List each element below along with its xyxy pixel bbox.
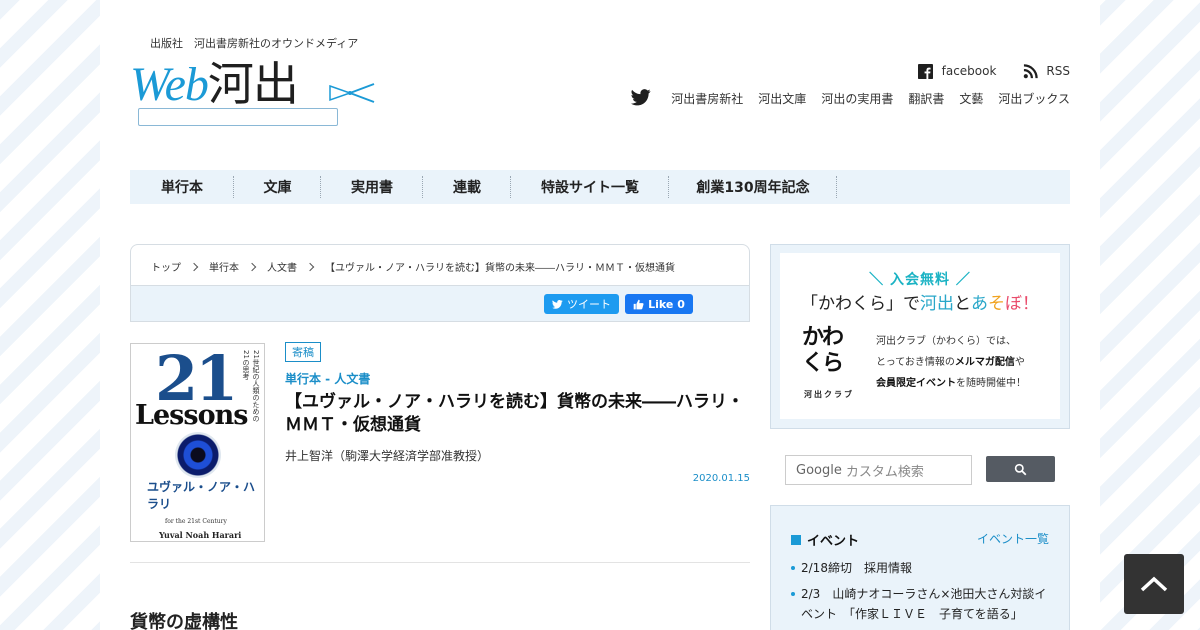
search-input[interactable]: Google カスタム検索 <box>785 455 972 485</box>
events-all-link[interactable]: イベント一覧 <box>977 530 1049 547</box>
nav-item-tankobon[interactable]: 単行本 <box>130 170 234 204</box>
cover-subtitle: for the 21st Century <box>165 518 227 525</box>
toplink-kawade-bunko[interactable]: 河出文庫 <box>758 90 806 107</box>
cover-eye-graphic <box>175 432 221 478</box>
promo-description: 河出クラブ（かわくら）では、 とっておき情報のメルマガ配信や 会員限定イベントを… <box>876 336 1026 389</box>
article-title: 【ユヴァル・ノア・ハラリを読む】貨幣の未来――ハラリ・ＭＭＴ・仮想通貨 <box>285 392 744 435</box>
content-wrapper: 出版社 河出書房新社のオウンドメディア Web河出 facebook RSS 河… <box>130 0 1070 630</box>
search-icon <box>1014 463 1027 475</box>
twitter-icon[interactable] <box>631 89 651 107</box>
toplink-kawade-shobo[interactable]: 河出書房新社 <box>671 90 743 107</box>
book-cover-image[interactable]: 21世紀の人類のための 21の思考 21 Lessons ユヴァル・ノア・ハラリ… <box>130 343 265 542</box>
breadcrumb-box: トップ 単行本 人文書 【ユヴァル・ノア・ハラリを読む】貨幣の未来――ハラリ・Ｍ… <box>130 244 750 322</box>
logo-text: Web河出 <box>130 57 299 111</box>
kawakura-logo: かわくら 河出クラブ <box>798 325 868 401</box>
rss-icon[interactable] <box>1022 63 1038 79</box>
breadcrumb-tankobon[interactable]: 単行本 <box>209 259 239 274</box>
search-brand: Google <box>796 462 842 478</box>
toplink-translations[interactable]: 翻訳書 <box>908 90 944 107</box>
divider <box>130 562 750 563</box>
tweet-button[interactable]: ツイート <box>544 294 619 314</box>
like-label: Like 0 <box>648 297 685 311</box>
events-title: イベント <box>791 530 859 549</box>
square-bullet-icon <box>791 534 801 545</box>
kawakura-logo-mark: かわくら <box>802 325 844 376</box>
facebook-icon[interactable] <box>918 63 934 79</box>
kawakura-logo-sub: 河出クラブ <box>804 390 854 399</box>
site-logo[interactable]: Web河出 <box>130 52 380 128</box>
thumbs-up-icon <box>633 299 644 309</box>
chevron-right-icon <box>247 262 257 271</box>
kawakura-promo-banner[interactable]: ＼ 入会無料 ／ 「かわくら」で河出とあそぼ！ かわくら 河出クラブ 河出クラブ… <box>770 244 1070 429</box>
page: 出版社 河出書房新社のオウンドメディア Web河出 facebook RSS 河… <box>100 0 1100 630</box>
toplink-bungei[interactable]: 文藝 <box>959 90 983 107</box>
breadcrumb-top[interactable]: トップ <box>151 259 181 274</box>
events-list: 2/18締切 採用情報 2/3 山崎ナオコーラさん×池田大さん対談イベント 「作… <box>791 558 1051 630</box>
back-to-top-button[interactable] <box>1124 554 1184 614</box>
nav-item-practical[interactable]: 実用書 <box>321 170 423 204</box>
cover-vertical-text-1: 21世紀の人類のための <box>252 350 260 422</box>
chevron-right-icon <box>189 262 199 271</box>
breadcrumb-jinbunsho[interactable]: 人文書 <box>267 259 297 274</box>
share-bar: ツイート Like 0 <box>131 285 749 321</box>
breadcrumb-current: 【ユヴァル・ノア・ハラリを読む】貨幣の未来――ハラリ・ＭＭＴ・仮想通貨 <box>325 263 675 274</box>
twitter-icon <box>552 299 563 309</box>
nav-item-special-sites[interactable]: 特設サイト一覧 <box>511 170 669 204</box>
chevron-right-icon <box>305 262 315 271</box>
article-date: 2020.01.15 <box>692 473 750 484</box>
breadcrumb: トップ 単行本 人文書 【ユヴァル・ノア・ハラリを読む】貨幣の未来――ハラリ・Ｍ… <box>151 259 675 274</box>
promo-inner: ＼ 入会無料 ／ 「かわくら」で河出とあそぼ！ かわくら 河出クラブ 河出クラブ… <box>780 253 1060 419</box>
rss-link[interactable]: RSS <box>1046 64 1070 78</box>
article-author: 井上智洋（駒澤大学経済学部准教授） <box>285 449 490 463</box>
search-button[interactable] <box>986 456 1055 482</box>
events-box: イベント イベント一覧 2/18締切 採用情報 2/3 山崎ナオコーラさん×池田… <box>770 505 1070 630</box>
social-links: facebook RSS <box>918 63 1070 79</box>
event-item[interactable]: 2/18締切 採用情報 <box>791 558 1051 578</box>
nav-item-bunko[interactable]: 文庫 <box>234 170 321 204</box>
article-tag[interactable]: 寄稿 <box>285 342 321 362</box>
cover-vertical-text-2: 21の思考 <box>242 350 250 380</box>
top-links: 河出書房新社 河出文庫 河出の実用書 翻訳書 文藝 河出ブックス <box>631 89 1070 107</box>
section-heading: 貨幣の虚構性 <box>130 612 238 630</box>
toplink-practical-books[interactable]: 河出の実用書 <box>821 90 893 107</box>
cover-author-en: Yuval Noah Harari <box>159 530 242 540</box>
scissors-icon <box>329 83 375 103</box>
nav-item-130th-anniversary[interactable]: 創業130周年記念 <box>669 170 837 204</box>
toplink-kawade-books[interactable]: 河出ブックス <box>998 90 1070 107</box>
promo-free-label: ＼ 入会無料 ／ <box>869 272 971 288</box>
chevron-up-icon <box>1140 576 1168 592</box>
facebook-link[interactable]: facebook <box>942 64 997 78</box>
cover-word: Lessons <box>135 400 248 431</box>
event-item[interactable]: 2/3 山崎ナオコーラさん×池田大さん対談イベント 「作家ＬＩＶＥ 子育てを語る… <box>791 584 1051 624</box>
article-category[interactable]: 単行本 - 人文書 <box>285 370 370 387</box>
tweet-label: ツイート <box>567 298 611 311</box>
cover-author-jp: ユヴァル・ノア・ハラリ <box>147 480 256 511</box>
nav-item-series[interactable]: 連載 <box>423 170 511 204</box>
main-nav: 単行本 文庫 実用書 連載 特設サイト一覧 創業130周年記念 <box>130 170 1070 204</box>
search-placeholder: カスタム検索 <box>845 464 924 480</box>
site-tagline: 出版社 河出書房新社のオウンドメディア <box>150 37 359 50</box>
like-button[interactable]: Like 0 <box>625 294 693 314</box>
promo-headline: 「かわくら」で河出とあそぼ！ <box>801 294 1039 314</box>
